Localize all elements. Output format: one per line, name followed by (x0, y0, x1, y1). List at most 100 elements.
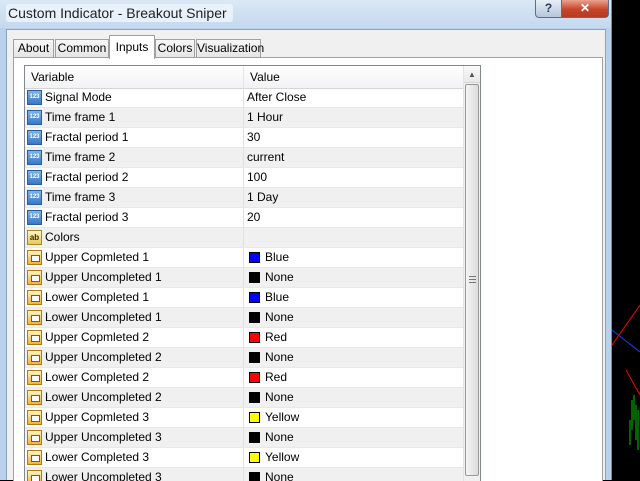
close-button[interactable]: ✕ (561, 0, 609, 18)
variable-cell[interactable]: Lower Completed 2 (25, 368, 244, 387)
value-cell[interactable]: Blue (244, 288, 463, 307)
variable-cell[interactable]: Upper Uncompleted 3 (25, 428, 244, 447)
chart-green-bars (629, 395, 639, 450)
tab-visualization[interactable]: Visualization (196, 39, 264, 58)
variable-label: Lower Completed 2 (45, 370, 150, 384)
value-cell[interactable]: current (244, 148, 463, 167)
table-row[interactable]: 123 Fractal period 1 30 (25, 128, 463, 148)
value-cell[interactable]: 30 (244, 128, 463, 147)
value-cell[interactable]: None (244, 308, 463, 327)
value-cell[interactable]: None (244, 468, 463, 481)
numeric-type-icon: 123 (27, 210, 42, 225)
scroll-thumb[interactable] (465, 84, 479, 476)
value-text: Yellow (265, 450, 300, 464)
column-header-value[interactable]: Value (244, 66, 463, 88)
column-header-variable[interactable]: Variable (25, 66, 244, 88)
value-cell[interactable] (244, 228, 463, 247)
color-type-icon (27, 290, 42, 305)
numeric-type-icon: 123 (27, 90, 42, 105)
value-cell[interactable]: None (244, 268, 463, 287)
variable-cell[interactable]: 123 Fractal period 3 (25, 208, 244, 227)
value-text: Blue (265, 290, 290, 304)
variable-cell[interactable]: ab Colors (25, 228, 244, 247)
value-text: Yellow (265, 410, 300, 424)
tab-inputs[interactable]: Inputs (109, 35, 155, 59)
table-row[interactable]: Upper Uncompleted 3 None (25, 428, 463, 448)
table-row[interactable]: Upper Copmleted 1 Blue (25, 248, 463, 268)
value-cell[interactable]: None (244, 428, 463, 447)
title-bar[interactable]: Custom Indicator - Breakout Sniper ? ✕ (0, 0, 611, 28)
table-row[interactable]: 123 Fractal period 2 100 (25, 168, 463, 188)
value-cell[interactable]: 20 (244, 208, 463, 227)
table-row[interactable]: Lower Uncompleted 3 None (25, 468, 463, 481)
variable-cell[interactable]: Lower Uncompleted 2 (25, 388, 244, 407)
variable-cell[interactable]: 123 Signal Mode (25, 88, 244, 107)
value-cell[interactable]: Yellow (244, 448, 463, 467)
variable-cell[interactable]: Upper Uncompleted 2 (25, 348, 244, 367)
tab-colors[interactable]: Colors (155, 39, 195, 58)
variable-label: Colors (45, 230, 80, 244)
variable-label: Lower Uncompleted 2 (45, 390, 162, 404)
color-swatch (249, 332, 260, 343)
table-row[interactable]: 123 Time frame 31 Day (25, 188, 463, 208)
value-cell[interactable]: 100 (244, 168, 463, 187)
variable-cell[interactable]: 123 Time frame 2 (25, 148, 244, 167)
value-cell[interactable]: 1 Hour (244, 108, 463, 127)
variable-cell[interactable]: 123 Time frame 1 (25, 108, 244, 127)
variable-cell[interactable]: Upper Copmleted 1 (25, 248, 244, 267)
color-swatch (249, 432, 260, 443)
grid-header: Variable Value (25, 66, 463, 89)
value-cell[interactable]: 1 Day (244, 188, 463, 207)
variable-label: Lower Uncompleted 3 (45, 470, 162, 481)
variable-cell[interactable]: 123 Time frame 3 (25, 188, 244, 207)
value-cell[interactable]: Red (244, 368, 463, 387)
numeric-type-icon: 123 (27, 130, 42, 145)
chart-background (612, 0, 640, 480)
value-cell[interactable]: Yellow (244, 408, 463, 427)
variable-label: Time frame 1 (45, 110, 116, 124)
value-text: None (265, 430, 294, 444)
table-row[interactable]: Lower Completed 2 Red (25, 368, 463, 388)
table-row[interactable]: Lower Uncompleted 2 None (25, 388, 463, 408)
variable-label: Fractal period 1 (45, 130, 129, 144)
value-cell[interactable]: None (244, 388, 463, 407)
variable-cell[interactable]: Upper Uncompleted 1 (25, 268, 244, 287)
variable-cell[interactable]: Lower Completed 1 (25, 288, 244, 307)
table-row[interactable]: 123 Fractal period 3 20 (25, 208, 463, 228)
variable-cell[interactable]: Lower Uncompleted 1 (25, 308, 244, 327)
table-row[interactable]: Lower Completed 1 Blue (25, 288, 463, 308)
value-cell[interactable]: Blue (244, 248, 463, 267)
table-row[interactable]: 123 Time frame 11 Hour (25, 108, 463, 128)
table-row[interactable]: Upper Copmleted 2 Red (25, 328, 463, 348)
tab-common[interactable]: Common (55, 39, 109, 58)
table-row[interactable]: Lower Uncompleted 1 None (25, 308, 463, 328)
table-row[interactable]: 123 Signal Mode After Close (25, 88, 463, 108)
variable-cell[interactable]: Upper Copmleted 2 (25, 328, 244, 347)
vertical-scrollbar[interactable]: ▲ (463, 66, 480, 481)
table-row[interactable]: Upper Copmleted 3 Yellow (25, 408, 463, 428)
scroll-up-arrow-icon[interactable]: ▲ (464, 66, 480, 83)
color-swatch (249, 452, 260, 463)
help-button[interactable]: ? (535, 0, 562, 18)
variable-cell[interactable]: Lower Completed 3 (25, 448, 244, 467)
numeric-type-icon: 123 (27, 190, 42, 205)
variable-cell[interactable]: 123 Fractal period 2 (25, 168, 244, 187)
value-cell[interactable]: None (244, 348, 463, 367)
table-row[interactable]: ab Colors (25, 228, 463, 248)
value-cell[interactable]: Red (244, 328, 463, 347)
color-type-icon (27, 270, 42, 285)
variable-label: Lower Completed 3 (45, 450, 150, 464)
value-cell[interactable]: After Close (244, 88, 463, 107)
variable-label: Signal Mode (45, 90, 112, 104)
table-row[interactable]: 123 Time frame 2 current (25, 148, 463, 168)
color-type-icon (27, 330, 42, 345)
table-row[interactable]: Upper Uncompleted 2 None (25, 348, 463, 368)
table-row[interactable]: Lower Completed 3 Yellow (25, 448, 463, 468)
variable-cell[interactable]: Lower Uncompleted 3 (25, 468, 244, 481)
table-row[interactable]: Upper Uncompleted 1 None (25, 268, 463, 288)
variable-cell[interactable]: 123 Fractal period 1 (25, 128, 244, 147)
tab-about[interactable]: About (13, 39, 54, 58)
color-swatch (249, 312, 260, 323)
value-text: 100 (247, 170, 268, 184)
variable-cell[interactable]: Upper Copmleted 3 (25, 408, 244, 427)
